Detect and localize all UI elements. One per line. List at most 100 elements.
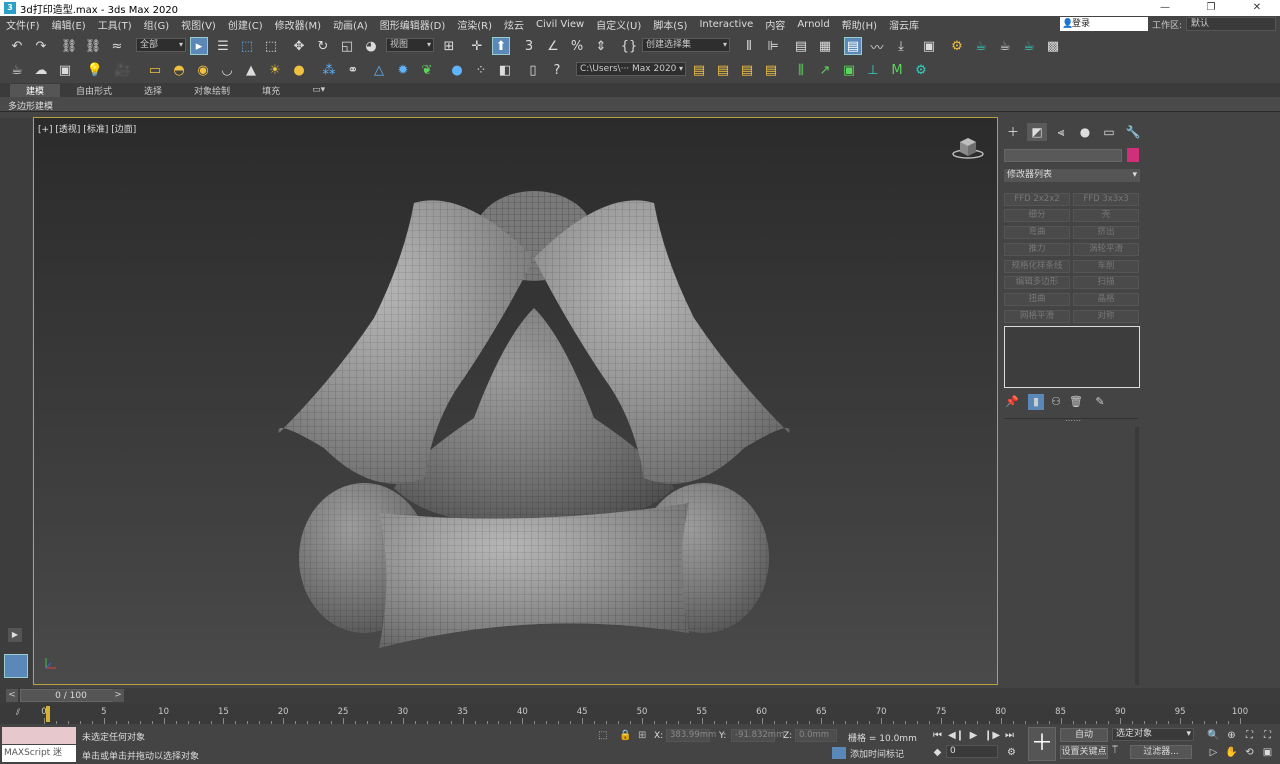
bind-space-warp-icon[interactable]: ≈ xyxy=(108,37,126,55)
menu-xuanyun[interactable]: 炫云 xyxy=(498,17,530,32)
redo-icon[interactable]: ↷ xyxy=(32,37,50,55)
plant-icon[interactable]: ❦ xyxy=(418,61,436,79)
render-setup-icon[interactable]: ⚙ xyxy=(948,37,966,55)
panel-scrollbar[interactable] xyxy=(1135,427,1139,685)
molecule-icon[interactable]: ⚭ xyxy=(344,61,362,79)
bowl-icon[interactable]: ◡ xyxy=(218,61,236,79)
configure-sets-icon[interactable]: ✎ xyxy=(1092,394,1108,410)
goto-end-icon[interactable]: ⏭ xyxy=(1002,728,1017,743)
tab-modeling[interactable]: 建模 xyxy=(10,83,61,97)
zoom-extents-all-icon[interactable]: ⛶ xyxy=(1260,728,1275,743)
snaps-toggle-icon[interactable]: 3 xyxy=(520,37,538,55)
mod-subdivide-button[interactable]: 细分 xyxy=(1004,209,1070,222)
move-icon[interactable]: ✥ xyxy=(290,37,308,55)
dome-icon[interactable]: ◓ xyxy=(170,61,188,79)
schematic-view-icon[interactable]: ⤓ xyxy=(892,37,910,55)
next-key-icon[interactable]: ❙▶ xyxy=(984,728,1000,743)
prev-frame-button[interactable]: < xyxy=(6,689,18,702)
show-end-result-icon[interactable]: ▮ xyxy=(1028,394,1044,410)
tab-populate[interactable]: 填充 xyxy=(246,84,296,97)
align-icon[interactable]: ⊫ xyxy=(764,37,782,55)
folder-new-icon[interactable]: ▤ xyxy=(762,61,780,79)
menu-file[interactable]: 文件(F) xyxy=(0,17,46,32)
selection-filter-dropdown[interactable]: 全部 xyxy=(136,38,186,52)
auto-key-button[interactable]: 自动 xyxy=(1060,728,1108,742)
maximize-viewport-icon[interactable]: ▣ xyxy=(1260,745,1275,760)
y-coordinate-input[interactable]: -91.832mm xyxy=(731,729,784,742)
rect-selection-icon[interactable]: ⬚ xyxy=(238,37,256,55)
utilities-tab-icon[interactable]: 🔧 xyxy=(1123,123,1143,141)
unlink-icon[interactable]: ⛓ xyxy=(84,37,102,55)
rotate-icon[interactable]: ↻ xyxy=(314,37,332,55)
mod-twist-button[interactable]: 扭曲 xyxy=(1004,293,1070,306)
mod-bend-button[interactable]: 弯曲 xyxy=(1004,226,1070,239)
menu-create[interactable]: 创建(C) xyxy=(222,17,269,32)
create-tab-icon[interactable]: ＋ xyxy=(1003,123,1023,141)
3d-model-mesh[interactable] xyxy=(34,118,997,684)
tab-selection[interactable]: 选择 xyxy=(128,84,178,97)
menu-scripting[interactable]: 脚本(S) xyxy=(647,17,693,32)
mod-push-button[interactable]: 推力 xyxy=(1004,243,1070,256)
select-by-name-icon[interactable]: ☰ xyxy=(214,37,232,55)
camera-icon[interactable]: 🎥 xyxy=(114,61,132,79)
mod-ffd2-button[interactable]: FFD 2x2x2 xyxy=(1004,193,1070,206)
menu-customize[interactable]: 自定义(U) xyxy=(590,17,647,32)
workspace-select[interactable]: 默认 xyxy=(1186,17,1276,31)
plane-icon[interactable]: ▭ xyxy=(146,61,164,79)
pivot-icon[interactable]: ⊞ xyxy=(440,37,458,55)
angle-snap-icon[interactable]: ∠ xyxy=(544,37,562,55)
key-filters-button[interactable]: 过滤器... xyxy=(1130,745,1192,759)
make-unique-icon[interactable]: ⚇ xyxy=(1048,394,1064,410)
sphere-light-icon[interactable]: ◉ xyxy=(194,61,212,79)
scene-explorer-icon[interactable]: ▤ xyxy=(844,37,862,55)
resize-grip-icon[interactable]: ⋯⋯ xyxy=(1065,416,1081,425)
isolate-icon[interactable]: ⬚ xyxy=(598,730,607,741)
render-frame-icon[interactable]: ◧ xyxy=(496,61,514,79)
add-time-tag[interactable]: 添加时间标记 xyxy=(850,747,904,760)
mod-edit-poly-button[interactable]: 编辑多边形 xyxy=(1004,276,1070,289)
ribbon-options-button[interactable]: ▭▾ xyxy=(296,85,341,95)
next-frame-button[interactable]: > xyxy=(112,689,124,702)
fov-icon[interactable]: ▷ xyxy=(1206,745,1221,760)
file-icon[interactable]: ▯ xyxy=(524,61,542,79)
zoom-icon[interactable]: 🔍 xyxy=(1206,728,1221,743)
menu-views[interactable]: 视图(V) xyxy=(175,17,222,32)
selected-set-dropdown[interactable]: 选定对象 xyxy=(1112,728,1194,741)
mod-normalize-spline-button[interactable]: 规格化样条线 xyxy=(1004,260,1070,273)
window-crossing-icon[interactable]: ⬚ xyxy=(262,37,280,55)
ref-coord-dropdown[interactable]: 视图 xyxy=(386,38,434,52)
object-color-swatch[interactable] xyxy=(1127,148,1139,162)
display-tab-icon[interactable]: ▭ xyxy=(1099,123,1119,141)
rendered-frame-icon[interactable]: ☕ xyxy=(972,37,990,55)
play-icon[interactable]: ▶ xyxy=(966,728,981,743)
menu-help[interactable]: 帮助(H) xyxy=(836,17,883,32)
render-grid-icon[interactable]: ▩ xyxy=(1044,37,1062,55)
sun-icon[interactable]: ☀ xyxy=(266,61,284,79)
polygon-modeling-label[interactable]: 多边形建模 xyxy=(8,99,53,112)
select-object-icon[interactable]: ▸ xyxy=(190,37,208,55)
menu-animation[interactable]: 动画(A) xyxy=(327,17,374,32)
menu-edit[interactable]: 编辑(E) xyxy=(46,17,92,32)
plugin-e-icon[interactable]: ⚙ xyxy=(912,61,930,79)
folder-set-icon[interactable]: ▤ xyxy=(690,61,708,79)
edit-named-sets-icon[interactable]: {} xyxy=(620,37,638,55)
tab-object-paint[interactable]: 对象绘制 xyxy=(178,84,246,97)
mod-lathe-button[interactable]: 车削 xyxy=(1073,260,1139,273)
track-bar-icon[interactable]: ⫽ xyxy=(16,708,20,718)
menu-arnold[interactable]: Arnold xyxy=(791,19,835,30)
tab-freeform[interactable]: 自由形式 xyxy=(60,84,128,97)
object-name-input[interactable] xyxy=(1004,149,1122,162)
curve-editor-icon[interactable]: 〰 xyxy=(868,37,886,56)
help-icon[interactable]: ? xyxy=(548,61,566,79)
remove-modifier-icon[interactable]: 🗑 xyxy=(1068,394,1084,410)
color-dots-icon[interactable]: ⁘ xyxy=(472,61,490,79)
set-key-big-button[interactable]: ＋ xyxy=(1028,727,1056,761)
scale-icon[interactable]: ◱ xyxy=(338,37,356,55)
teapot-icon[interactable]: ☕ xyxy=(8,61,26,79)
perspective-viewport[interactable]: [+] [透视] [标准] [边面] xyxy=(33,117,998,685)
menu-content[interactable]: 内容 xyxy=(759,17,791,32)
track-bar[interactable]: ⫽ 0 5 10 15 20 25 30 35 40 45 50 55 60 65 70 75 80 85 90 95… xyxy=(0,704,1280,724)
cloud-icon[interactable]: ☁ xyxy=(32,61,50,79)
picture-icon[interactable]: ▣ xyxy=(56,61,74,79)
folder-save-icon[interactable]: ▤ xyxy=(738,61,756,79)
